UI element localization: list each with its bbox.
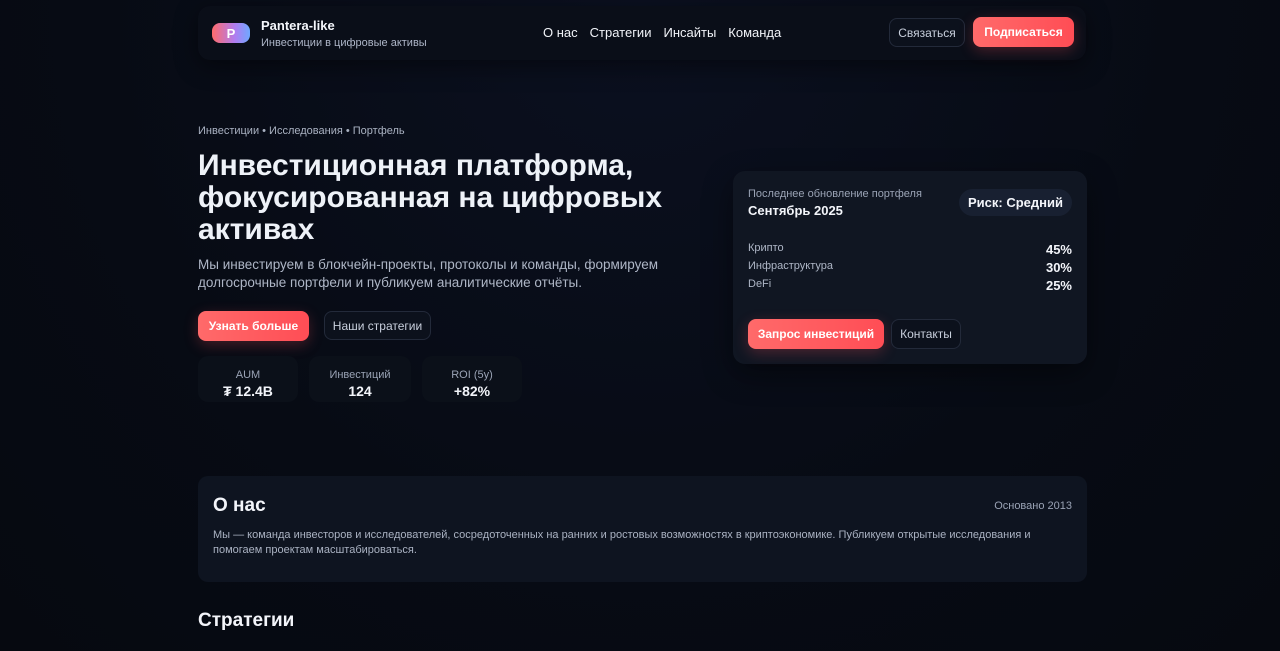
stat-value: ₮ 12.4B xyxy=(223,383,273,399)
allocation-name: DeFi xyxy=(748,278,772,290)
update-date: Сентябрь 2025 xyxy=(748,203,843,218)
learn-more-button[interactable]: Узнать больше xyxy=(198,311,309,341)
main-nav: О нас Стратегии Инсайты Команда xyxy=(543,25,781,40)
logo-icon[interactable]: P xyxy=(212,23,250,43)
stat-roi: ROI (5y) +82% xyxy=(422,356,522,402)
allocation-name: Инфраструктура xyxy=(748,260,834,272)
title-line-3: активах xyxy=(198,213,315,246)
strategies-heading: Стратегии xyxy=(198,610,295,631)
stat-aum: AUM ₮ 12.4B xyxy=(198,356,298,402)
founded-label: Основано 2013 xyxy=(994,500,1072,512)
about-title: О нас xyxy=(213,495,266,516)
our-strategies-button[interactable]: Наши стратегии xyxy=(324,311,431,340)
allocation-value: 30% xyxy=(1045,260,1072,275)
stat-label: Инвестиций xyxy=(329,369,391,381)
site-header: P Pantera-like Инвестиции в цифровые акт… xyxy=(198,6,1086,60)
contact-button[interactable]: Связаться xyxy=(889,18,965,47)
update-label: Последнее обновление портфеля xyxy=(748,188,922,200)
stat-investments: Инвестиций 124 xyxy=(309,356,411,402)
request-investment-button[interactable]: Запрос инвестиций xyxy=(748,319,884,349)
contacts-button[interactable]: Контакты xyxy=(891,319,961,349)
allocation-row: Инфраструктура 30% xyxy=(748,260,1072,275)
allocation-name: Крипто xyxy=(748,242,784,254)
brand-tagline: Инвестиции в цифровые активы xyxy=(261,37,427,49)
stat-value: 124 xyxy=(348,383,372,399)
nav-item-insights[interactable]: Инсайты xyxy=(663,25,716,40)
allocation-value: 45% xyxy=(1045,242,1072,257)
nav-item-strategies[interactable]: Стратегии xyxy=(590,25,652,40)
brand-name[interactable]: Pantera-like xyxy=(261,18,335,33)
breadcrumb: Инвестиции • Исследования • Портфель xyxy=(198,125,405,137)
portfolio-card: Последнее обновление портфеля Сентябрь 2… xyxy=(733,171,1087,364)
allocation-row: DeFi 25% xyxy=(748,278,1072,293)
stat-label: ROI (5y) xyxy=(451,369,493,381)
subscribe-button[interactable]: Подписаться xyxy=(973,17,1074,47)
nav-item-about[interactable]: О нас xyxy=(543,25,578,40)
about-text: Мы — команда инвесторов и исследователей… xyxy=(213,529,1031,556)
risk-badge: Риск: Средний xyxy=(959,189,1072,216)
hero-description: Мы инвестируем в блокчейн-проекты, прото… xyxy=(198,257,659,290)
title-line-2: фокусированная на цифровых xyxy=(198,181,663,214)
title-line-1: Инвестиционная платформа, xyxy=(198,149,634,182)
stat-value: +82% xyxy=(453,383,491,399)
about-section: О нас Основано 2013 Мы — команда инвесто… xyxy=(198,476,1087,582)
stat-label: AUM xyxy=(235,369,261,381)
page-title: Инвестиционная платформа, фокусированная… xyxy=(198,150,718,246)
allocation-row: Крипто 45% xyxy=(748,242,1072,257)
nav-item-team[interactable]: Команда xyxy=(728,25,781,40)
allocation-value: 25% xyxy=(1045,278,1072,293)
